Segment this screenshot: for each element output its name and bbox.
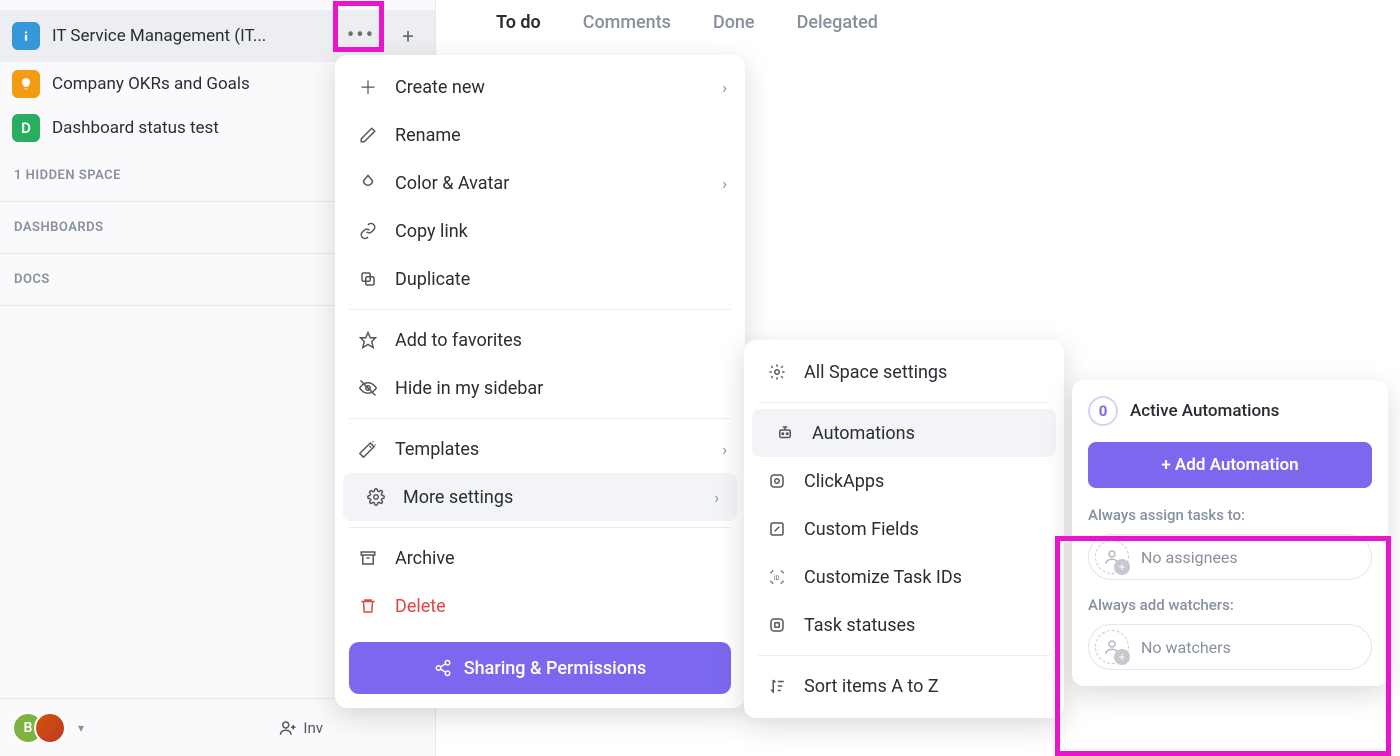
- menu-hide-sidebar[interactable]: Hide in my sidebar: [335, 364, 745, 412]
- chip-placeholder: No watchers: [1141, 638, 1231, 657]
- menu-archive[interactable]: Archive: [335, 534, 745, 582]
- submenu-task-statuses[interactable]: Task statuses: [744, 601, 1064, 649]
- svg-text:ID: ID: [774, 575, 780, 582]
- person-add-icon: +: [1095, 540, 1129, 574]
- chevron-right-icon: ›: [714, 488, 719, 507]
- menu-templates[interactable]: Templates ›: [335, 425, 745, 473]
- menu-label: Customize Task IDs: [804, 567, 962, 588]
- copy-icon: [357, 268, 379, 290]
- tab-comments[interactable]: Comments: [583, 12, 671, 33]
- submenu-custom-fields[interactable]: Custom Fields: [744, 505, 1064, 553]
- menu-label: Create new: [395, 77, 485, 98]
- plus-icon: ＋: [357, 76, 379, 98]
- space-icon: [12, 70, 40, 98]
- submenu-clickapps[interactable]: ClickApps: [744, 457, 1064, 505]
- invite-label: Inv: [303, 719, 323, 737]
- menu-duplicate[interactable]: Duplicate: [335, 255, 745, 303]
- app-icon: [766, 470, 788, 492]
- space-label: IT Service Management (IT...: [52, 26, 329, 46]
- menu-rename[interactable]: Rename: [335, 111, 745, 159]
- sort-icon: [766, 675, 788, 697]
- sharing-permissions-button[interactable]: Sharing & Permissions: [349, 642, 731, 694]
- tabs: To do Comments Done Delegated: [460, 0, 914, 45]
- menu-label: Add to favorites: [395, 330, 522, 351]
- pencil-icon: [357, 124, 379, 146]
- submenu-all-settings[interactable]: All Space settings: [744, 348, 1064, 396]
- space-icon: D: [12, 114, 40, 142]
- menu-label: Sort items A to Z: [804, 676, 939, 697]
- eye-off-icon: [357, 377, 379, 399]
- droplet-icon: [357, 172, 379, 194]
- button-label: + Add Automation: [1161, 455, 1298, 475]
- person-add-icon: +: [1095, 630, 1129, 664]
- edit-square-icon: [766, 518, 788, 540]
- avatar-stack[interactable]: B: [12, 712, 56, 744]
- menu-label: Custom Fields: [804, 519, 919, 540]
- tab-todo[interactable]: To do: [496, 12, 541, 33]
- automations-title: Active Automations: [1130, 401, 1279, 421]
- id-icon: ID: [766, 566, 788, 588]
- caret-down-icon[interactable]: ▾: [78, 721, 84, 735]
- avatar: [34, 712, 66, 744]
- trash-icon: [357, 595, 379, 617]
- link-icon: [357, 220, 379, 242]
- chevron-right-icon: ›: [722, 78, 727, 97]
- button-label: Sharing & Permissions: [464, 658, 647, 679]
- tab-done[interactable]: Done: [713, 12, 755, 33]
- menu-label: Archive: [395, 548, 455, 569]
- menu-color-avatar[interactable]: Color & Avatar ›: [335, 159, 745, 207]
- menu-copy-link[interactable]: Copy link: [335, 207, 745, 255]
- menu-label: Automations: [812, 423, 915, 444]
- menu-label: Rename: [395, 125, 461, 146]
- assignees-chip[interactable]: + No assignees: [1088, 534, 1372, 580]
- star-icon: [357, 329, 379, 351]
- automations-panel: 0 Active Automations + Add Automation Al…: [1072, 380, 1388, 686]
- automation-count-badge: 0: [1088, 396, 1118, 426]
- wand-icon: [357, 438, 379, 460]
- menu-label: Templates: [395, 439, 479, 460]
- archive-icon: [357, 547, 379, 569]
- tab-delegated[interactable]: Delegated: [797, 12, 878, 33]
- menu-create-new[interactable]: ＋ Create new ›: [335, 63, 745, 111]
- menu-label: All Space settings: [804, 362, 947, 383]
- invite-button[interactable]: Inv: [279, 719, 323, 737]
- status-icon: [766, 614, 788, 636]
- menu-label: Color & Avatar: [395, 173, 509, 194]
- menu-delete[interactable]: Delete: [335, 582, 745, 630]
- chevron-right-icon: ›: [722, 174, 727, 193]
- menu-add-favorites[interactable]: Add to favorites: [335, 316, 745, 364]
- chevron-right-icon: ›: [722, 440, 727, 459]
- space-context-menu: ＋ Create new › Rename Color & Avatar › C…: [335, 55, 745, 708]
- chip-placeholder: No assignees: [1141, 548, 1238, 567]
- menu-label: Hide in my sidebar: [395, 378, 543, 399]
- menu-label: Delete: [395, 596, 446, 617]
- submenu-automations[interactable]: Automations: [752, 409, 1056, 457]
- more-button[interactable]: •••: [341, 18, 381, 54]
- menu-label: Copy link: [395, 221, 468, 242]
- menu-label: Duplicate: [395, 269, 470, 290]
- submenu-sort[interactable]: Sort items A to Z: [744, 662, 1064, 710]
- menu-more-settings[interactable]: More settings ›: [343, 473, 737, 521]
- submenu-customize-ids[interactable]: ID Customize Task IDs: [744, 553, 1064, 601]
- watchers-label: Always add watchers:: [1088, 596, 1372, 614]
- more-settings-submenu: All Space settings Automations ClickApps…: [744, 340, 1064, 718]
- add-button[interactable]: +: [393, 21, 423, 51]
- gear-icon: [365, 486, 387, 508]
- space-icon: [12, 22, 40, 50]
- menu-label: Task statuses: [804, 615, 915, 636]
- automations-header: 0 Active Automations: [1088, 396, 1372, 426]
- menu-label: ClickApps: [804, 471, 884, 492]
- watchers-chip[interactable]: + No watchers: [1088, 624, 1372, 670]
- gear-icon: [766, 361, 788, 383]
- menu-label: More settings: [403, 487, 513, 508]
- add-automation-button[interactable]: + Add Automation: [1088, 442, 1372, 488]
- robot-icon: [774, 422, 796, 444]
- assign-label: Always assign tasks to:: [1088, 506, 1372, 524]
